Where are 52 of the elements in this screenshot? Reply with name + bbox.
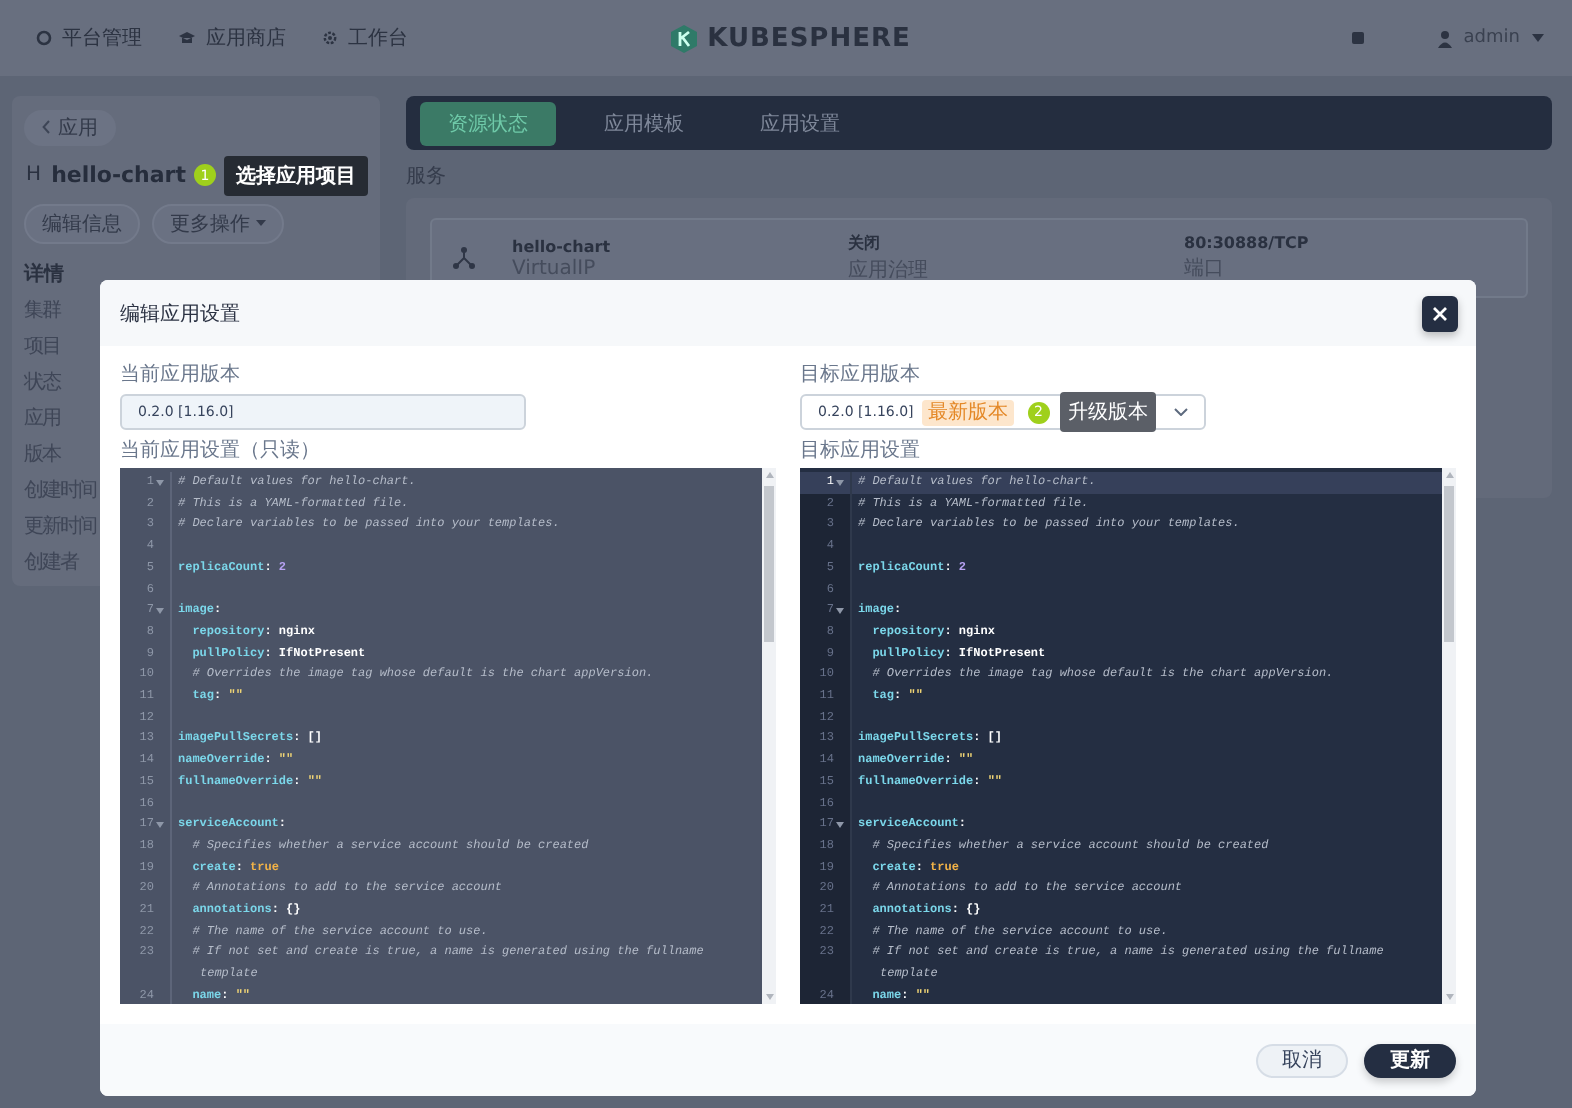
tooltip: 升级版本: [1059, 392, 1156, 432]
field-label: 当前应用设置（只读）: [120, 440, 322, 464]
service-value: 80:30888/TCP: [1184, 234, 1311, 252]
action-button[interactable]: 编辑信息: [24, 203, 140, 243]
update-button[interactable]: 更新: [1364, 1043, 1456, 1077]
notification-icon[interactable]: [1349, 30, 1366, 46]
scroll-up-icon: [1445, 472, 1453, 478]
fold-arrow-icon[interactable]: [156, 822, 164, 829]
tab[interactable]: 应用模板: [576, 101, 712, 145]
caret-icon[interactable]: [1531, 34, 1544, 42]
nav-link[interactable]: 平台管理: [62, 24, 142, 52]
close-icon: [1432, 305, 1448, 321]
chevron-left-icon: [42, 120, 50, 134]
field-label: 目标应用设置: [800, 440, 922, 464]
fold-arrow-icon[interactable]: [156, 479, 164, 486]
scrollbar[interactable]: [1442, 468, 1456, 1004]
logo-text: KUBESPHERE: [707, 23, 911, 53]
tooltip: 选择应用项目: [224, 155, 368, 195]
nav-link[interactable]: 工作台: [348, 24, 408, 52]
app-name: hello-chart: [51, 162, 186, 188]
scroll-up-icon: [765, 472, 773, 478]
cancel-button[interactable]: 取消: [1256, 1043, 1348, 1077]
topology-icon: [452, 246, 476, 270]
field-label: 当前应用版本: [120, 364, 242, 388]
fold-arrow-icon[interactable]: [156, 608, 164, 615]
scroll-down-icon: [1445, 994, 1453, 1000]
nav-link[interactable]: 应用商店: [206, 24, 286, 52]
scroll-down-icon: [765, 994, 773, 1000]
fold-arrow-icon[interactable]: [836, 479, 844, 486]
app-avatar: H: [24, 164, 44, 186]
back-button[interactable]: 应用: [24, 109, 116, 145]
caret-icon: [256, 220, 266, 226]
tab[interactable]: 应用设置: [732, 101, 868, 145]
cap-icon: [178, 30, 196, 46]
code-editor[interactable]: [800, 468, 1442, 1004]
hexagon-logo-icon: [669, 23, 698, 53]
service-value: hello-chart: [512, 237, 613, 255]
circle-icon: [36, 30, 52, 46]
close-button[interactable]: [1422, 295, 1458, 331]
user-icon: [1437, 29, 1452, 47]
chevron-down-icon: [1174, 408, 1188, 416]
dialog-title: 编辑应用设置: [120, 301, 240, 327]
action-button[interactable]: 更多操作: [152, 203, 284, 243]
service-value: 关闭: [848, 232, 882, 254]
fold-arrow-icon[interactable]: [836, 822, 844, 829]
fold-arrow-icon[interactable]: [836, 608, 844, 615]
tab[interactable]: 资源状态: [420, 101, 556, 145]
section-title: 详情: [24, 260, 64, 287]
scrollbar[interactable]: [762, 468, 776, 1004]
version-tag: 最新版本: [921, 399, 1014, 425]
gear-icon: [322, 30, 338, 46]
field-label: 目标应用版本: [800, 364, 922, 388]
